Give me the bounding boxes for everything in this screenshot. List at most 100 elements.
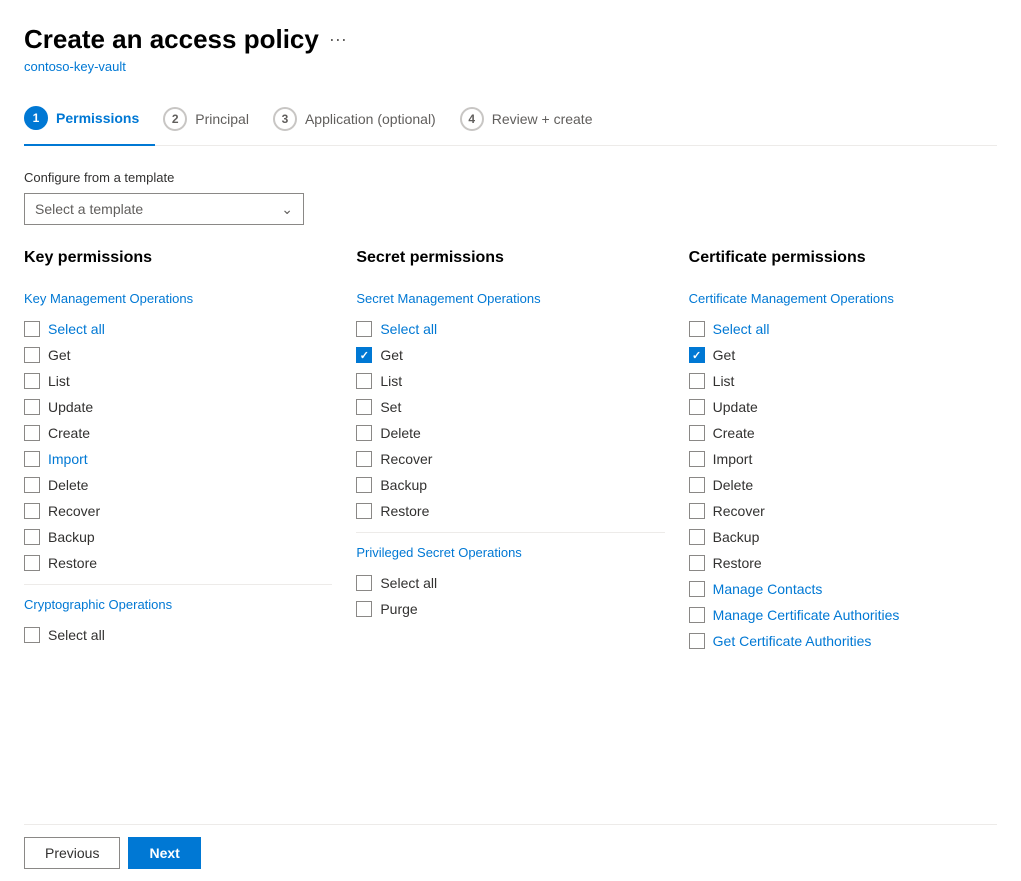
checkbox-item-cert-recover[interactable]: Recover — [689, 498, 997, 524]
checkbox-cert-select-all[interactable] — [689, 321, 705, 337]
checkbox-key-delete[interactable] — [24, 477, 40, 493]
checkbox-item-secret-set[interactable]: Set — [356, 394, 664, 420]
footer: Previous Next — [24, 824, 997, 881]
checkbox-item-key-backup[interactable]: Backup — [24, 524, 332, 550]
checkbox-cert-manage-contacts[interactable] — [689, 581, 705, 597]
checkbox-cert-update[interactable] — [689, 399, 705, 415]
checkbox-secret-set[interactable] — [356, 399, 372, 415]
checkbox-item-cert-list[interactable]: List — [689, 368, 997, 394]
checkbox-item-cert-create[interactable]: Create — [689, 420, 997, 446]
checkbox-item-key-create[interactable]: Create — [24, 420, 332, 446]
checkbox-item-secret-backup[interactable]: Backup — [356, 472, 664, 498]
checkbox-item-key-crypto-select-all[interactable]: Select all — [24, 622, 332, 648]
label-cert-backup: Backup — [713, 529, 760, 545]
checkbox-item-secret-purge[interactable]: Purge — [356, 596, 664, 622]
label-cert-get-ca: Get Certificate Authorities — [713, 633, 872, 649]
checkbox-key-get[interactable] — [24, 347, 40, 363]
checkbox-item-cert-get-ca[interactable]: Get Certificate Authorities — [689, 628, 997, 654]
checkbox-item-secret-restore[interactable]: Restore — [356, 498, 664, 524]
page-subtitle[interactable]: contoso-key-vault — [24, 59, 997, 74]
checkbox-item-key-recover[interactable]: Recover — [24, 498, 332, 524]
checkbox-key-import[interactable] — [24, 451, 40, 467]
page-title: Create an access policy — [24, 24, 319, 55]
checkbox-cert-delete[interactable] — [689, 477, 705, 493]
checkbox-cert-get[interactable] — [689, 347, 705, 363]
checkbox-secret-priv-select-all[interactable] — [356, 575, 372, 591]
wizard-step-permissions[interactable]: 1 Permissions — [24, 94, 155, 146]
checkbox-key-update[interactable] — [24, 399, 40, 415]
checkbox-secret-delete[interactable] — [356, 425, 372, 441]
section-divider — [24, 584, 332, 585]
configure-label: Configure from a template — [24, 170, 997, 185]
checkbox-item-key-get[interactable]: Get — [24, 342, 332, 368]
checkbox-cert-create[interactable] — [689, 425, 705, 441]
checkbox-secret-list[interactable] — [356, 373, 372, 389]
page-menu-icon[interactable]: ··· — [329, 29, 347, 50]
checkbox-key-recover[interactable] — [24, 503, 40, 519]
checkbox-secret-get[interactable] — [356, 347, 372, 363]
label-secret-delete: Delete — [380, 425, 420, 441]
label-cert-import: Import — [713, 451, 753, 467]
label-secret-priv-select-all: Select all — [380, 575, 437, 591]
next-button[interactable]: Next — [128, 837, 200, 869]
column-title-key: Key permissions — [24, 249, 332, 275]
checkbox-key-restore[interactable] — [24, 555, 40, 571]
checkbox-item-key-restore[interactable]: Restore — [24, 550, 332, 576]
section-divider — [356, 532, 664, 533]
checkbox-item-secret-list[interactable]: List — [356, 368, 664, 394]
wizard-step-principal[interactable]: 2 Principal — [163, 95, 265, 145]
checkbox-item-secret-priv-select-all[interactable]: Select all — [356, 570, 664, 596]
checkbox-item-cert-get[interactable]: Get — [689, 342, 997, 368]
label-cert-manage-contacts: Manage Contacts — [713, 581, 823, 597]
checkbox-item-secret-select-all[interactable]: Select all — [356, 316, 664, 342]
checkbox-secret-select-all[interactable] — [356, 321, 372, 337]
column-key: Key permissionsKey Management Operations… — [24, 249, 332, 824]
checkbox-secret-restore[interactable] — [356, 503, 372, 519]
wizard-step-review[interactable]: 4 Review + create — [460, 95, 609, 145]
label-key-create: Create — [48, 425, 90, 441]
checkbox-item-key-update[interactable]: Update — [24, 394, 332, 420]
checkbox-item-cert-import[interactable]: Import — [689, 446, 997, 472]
checkbox-item-cert-backup[interactable]: Backup — [689, 524, 997, 550]
checkbox-item-cert-manage-contacts[interactable]: Manage Contacts — [689, 576, 997, 602]
checkbox-item-secret-recover[interactable]: Recover — [356, 446, 664, 472]
checkbox-item-key-list[interactable]: List — [24, 368, 332, 394]
subsection-label-secret-1: Privileged Secret Operations — [356, 545, 664, 560]
step-number-3: 3 — [273, 107, 297, 131]
checkbox-key-create[interactable] — [24, 425, 40, 441]
checkbox-cert-get-ca[interactable] — [689, 633, 705, 649]
checkbox-key-list[interactable] — [24, 373, 40, 389]
checkbox-secret-recover[interactable] — [356, 451, 372, 467]
checkbox-cert-manage-ca[interactable] — [689, 607, 705, 623]
checkbox-item-cert-delete[interactable]: Delete — [689, 472, 997, 498]
step-label-application: Application (optional) — [305, 111, 436, 127]
chevron-down-icon: ⌄ — [281, 201, 293, 218]
label-key-list: List — [48, 373, 70, 389]
template-dropdown-text: Select a template — [35, 201, 143, 217]
checkbox-item-cert-restore[interactable]: Restore — [689, 550, 997, 576]
checkbox-cert-restore[interactable] — [689, 555, 705, 571]
checkbox-cert-import[interactable] — [689, 451, 705, 467]
checkbox-item-secret-delete[interactable]: Delete — [356, 420, 664, 446]
subsection-label-secret-0: Secret Management Operations — [356, 291, 664, 306]
checkbox-key-select-all[interactable] — [24, 321, 40, 337]
checkbox-item-key-select-all[interactable]: Select all — [24, 316, 332, 342]
previous-button[interactable]: Previous — [24, 837, 120, 869]
checkbox-item-cert-manage-ca[interactable]: Manage Certificate Authorities — [689, 602, 997, 628]
checkbox-item-secret-get[interactable]: Get — [356, 342, 664, 368]
checkbox-secret-purge[interactable] — [356, 601, 372, 617]
wizard-step-application[interactable]: 3 Application (optional) — [273, 95, 452, 145]
checkbox-item-cert-select-all[interactable]: Select all — [689, 316, 997, 342]
checkbox-cert-list[interactable] — [689, 373, 705, 389]
label-secret-set: Set — [380, 399, 401, 415]
checkbox-cert-backup[interactable] — [689, 529, 705, 545]
template-dropdown[interactable]: Select a template ⌄ — [24, 193, 304, 225]
checkbox-cert-recover[interactable] — [689, 503, 705, 519]
checkbox-secret-backup[interactable] — [356, 477, 372, 493]
checkbox-item-key-delete[interactable]: Delete — [24, 472, 332, 498]
checkbox-item-cert-update[interactable]: Update — [689, 394, 997, 420]
checkbox-key-backup[interactable] — [24, 529, 40, 545]
label-secret-restore: Restore — [380, 503, 429, 519]
checkbox-item-key-import[interactable]: Import — [24, 446, 332, 472]
checkbox-key-crypto-select-all[interactable] — [24, 627, 40, 643]
